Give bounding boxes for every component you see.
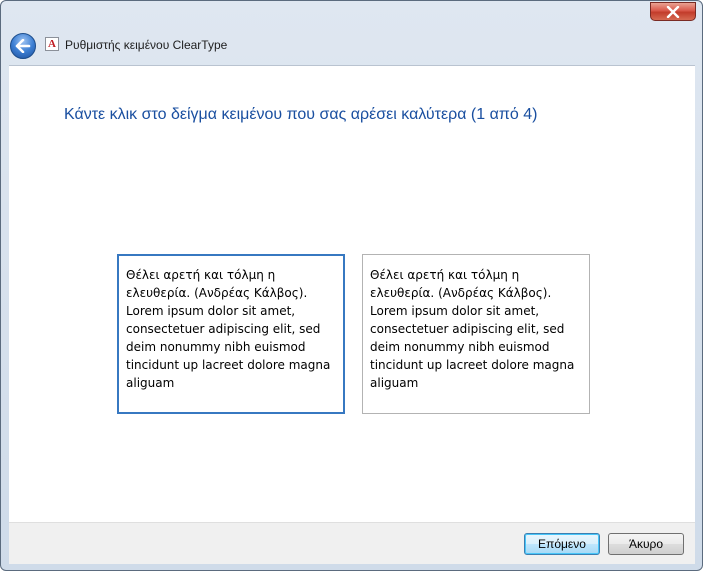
text-sample-2[interactable]: Θέλει αρετή και τόλμη η ελευθερία. (Ανδρ… — [362, 254, 590, 414]
next-button[interactable]: Επόμενο — [524, 533, 600, 555]
back-arrow-icon — [15, 39, 31, 53]
window-title: Ρυθμιστής κειμένου ClearType — [65, 38, 228, 52]
sample-text: Θέλει αρετή και τόλμη η ελευθερία. (Ανδρ… — [370, 268, 575, 390]
sample-text: Θέλει αρετή και τόλμη η ελευθερία. (Ανδρ… — [126, 268, 331, 390]
cancel-button[interactable]: Άκυρο — [608, 533, 684, 555]
cleartype-icon: A — [45, 37, 59, 51]
text-sample-1[interactable]: Θέλει αρετή και τόλμη η ελευθερία. (Ανδρ… — [117, 254, 345, 414]
cleartype-wizard-window: A Ρυθμιστής κειμένου ClearType Κάντε κλι… — [0, 0, 703, 571]
close-button[interactable] — [650, 2, 696, 21]
close-icon — [666, 5, 680, 18]
back-button[interactable] — [10, 33, 36, 59]
wizard-footer: Επόμενο Άκυρο — [9, 522, 695, 564]
page-heading: Κάντε κλικ στο δείγμα κειμένου που σας α… — [64, 106, 538, 123]
wizard-content: Κάντε κλικ στο δείγμα κειμένου που σας α… — [9, 65, 695, 522]
